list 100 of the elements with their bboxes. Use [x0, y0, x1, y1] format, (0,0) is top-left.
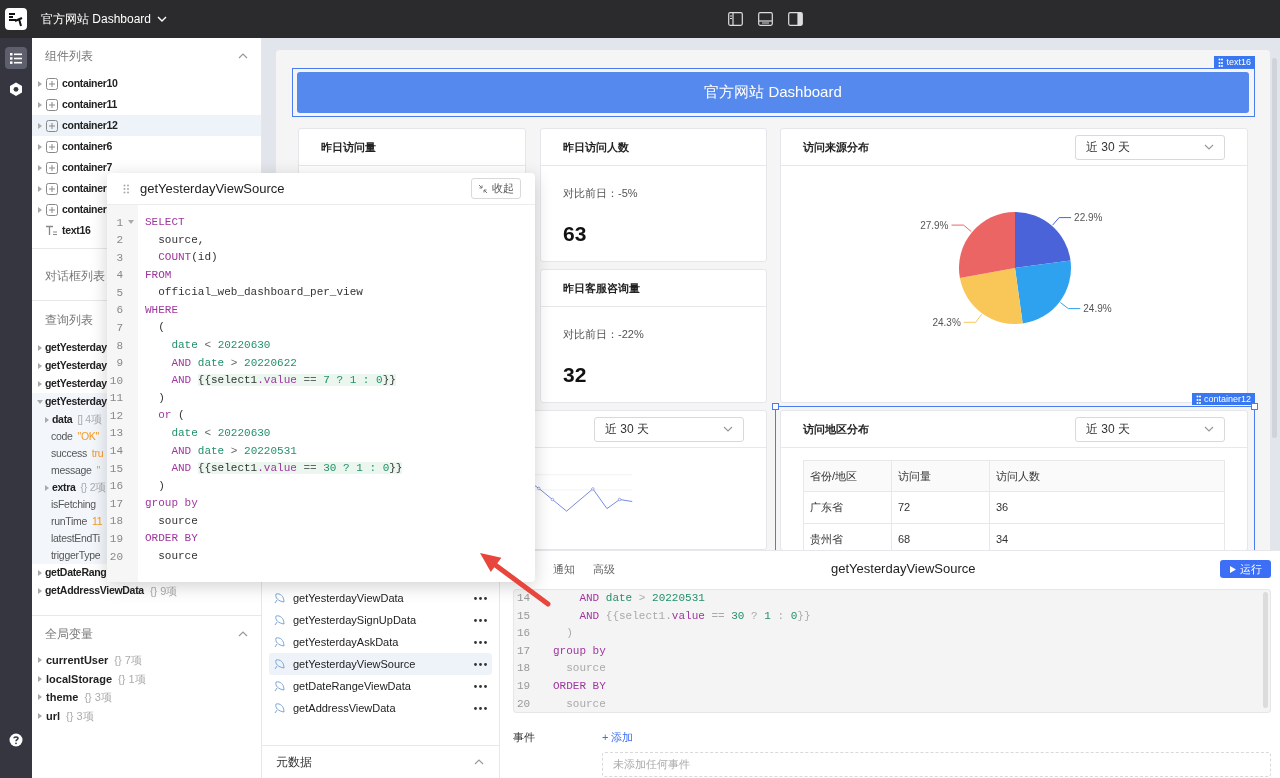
property-key: data [52, 411, 73, 428]
stat-value: 32 [563, 361, 588, 388]
line-number: 2 [115, 233, 123, 249]
section-title: 查询列表 [45, 312, 93, 329]
data-label: 27.9% [920, 219, 949, 231]
line-number: 1 [115, 215, 123, 231]
code-line: source [157, 549, 199, 564]
item-count: {} 3项 [66, 708, 94, 724]
line-number: 19 [517, 678, 532, 694]
item-count: {} 1项 [118, 671, 146, 687]
code-line: ) [157, 390, 166, 406]
item-count: {} 7项 [114, 653, 142, 668]
line-number: 10 [108, 373, 123, 389]
section-title: 全局变量 [45, 625, 93, 643]
line-number: 5 [115, 285, 123, 301]
line-number: 15 [108, 461, 123, 477]
section-title: 元数据 [276, 754, 312, 771]
property-value: [] 4项 [77, 411, 102, 427]
property-value: 11 [92, 513, 103, 529]
line-number: 18 [108, 514, 123, 530]
code-line: group by [145, 496, 199, 512]
stat-value: 63 [563, 220, 588, 247]
code-line: AND date > 20220622 [170, 355, 298, 371]
line-number: 7 [115, 321, 123, 336]
column-header: 省份/地区 [804, 461, 892, 491]
code-line: FROM [145, 267, 173, 283]
table-cell: 72 [892, 492, 990, 523]
panel-title: getYesterdayViewSource [831, 560, 976, 579]
property-key: latestEndTi [51, 530, 100, 547]
code-line: AND {{select1.value == 30 ? 1 : 0}} [578, 608, 812, 624]
data-label: 24.3% [932, 316, 961, 328]
code-line: source, [157, 232, 206, 248]
code-line: group by [553, 643, 607, 659]
property-key: message [51, 462, 92, 479]
code-line: ORDER BY [553, 678, 607, 694]
line-number: 6 [115, 303, 123, 319]
property-key: triggerType [51, 547, 101, 564]
line-number: 15 [517, 608, 532, 624]
property-value: {} 2项 [80, 479, 106, 495]
code-line: SELECT [145, 215, 186, 230]
line-number: 11 [108, 391, 123, 407]
card-title: 昨日访问人数 [563, 139, 629, 155]
property-value: tru [91, 445, 104, 461]
line-number: 9 [115, 356, 123, 372]
line-number: 19 [108, 531, 123, 547]
property-key: code [51, 428, 73, 445]
property-key: success [51, 445, 87, 462]
property-key: isFetching [51, 496, 96, 513]
line-number: 12 [108, 408, 123, 424]
code-line: ORDER BY [145, 531, 199, 547]
code-line: AND date > 20220531 [578, 591, 706, 606]
code-line: ) [157, 478, 166, 494]
table-cell-text: 34 [995, 532, 1010, 548]
code-line: AND {{select1.value == 30 ? 1 : 0}} [170, 461, 404, 477]
table-cell: 广东省 [804, 492, 892, 523]
code-line: source [565, 661, 607, 677]
line-number: 4 [115, 268, 123, 284]
title-banner: 官方网站 Dashboard [297, 72, 1249, 113]
data-label: 22.9% [1074, 212, 1103, 224]
code-line: official_web_dashboard_per_view [157, 285, 364, 301]
section-title: 对话框列表 [45, 269, 105, 283]
property-value: "OK" [77, 428, 99, 444]
card-title: 昨日客服咨询量 [563, 280, 640, 296]
line-number: 17 [517, 643, 532, 659]
code-line: source [157, 513, 199, 529]
line-number: 13 [108, 426, 123, 442]
stat-compare: 对比前日：-22% [563, 327, 645, 342]
item-count: {} 3项 [84, 690, 112, 705]
property-value: " [96, 462, 100, 478]
data-label: 24.9% [1083, 303, 1112, 315]
property-key: runTime [51, 513, 88, 530]
line-number: 3 [115, 250, 123, 266]
code-line: ( [157, 320, 166, 336]
code-line: AND date > 20220531 [170, 443, 298, 459]
table-cell-text: 36 [995, 500, 1010, 516]
line-number: 17 [108, 496, 123, 512]
code-line: WHERE [145, 302, 179, 318]
card-title: 访问来源分布 [803, 139, 869, 155]
line-number: 14 [108, 444, 123, 460]
code-line: ) [565, 626, 574, 642]
column-header: 访问人数 [995, 468, 1041, 484]
card-title: 访问地区分布 [803, 421, 869, 437]
panel-title: getYesterdayViewSource [140, 179, 285, 198]
section-title: 组件列表 [45, 47, 93, 65]
line-number: 18 [517, 661, 532, 677]
property-key: extra [52, 479, 76, 496]
line-number: 16 [517, 626, 532, 642]
line-number: 14 [517, 591, 532, 606]
line-number: 20 [108, 549, 123, 565]
card-title: 昨日访问量 [321, 139, 376, 155]
line-number: 20 [517, 696, 532, 712]
code-line: or ( [157, 408, 186, 424]
stat-compare: 对比前日：-5% [563, 186, 639, 201]
line-number: 8 [115, 338, 123, 354]
code-line: COUNT(id) [157, 250, 219, 266]
code-line: date < 20220630 [170, 338, 272, 354]
line-number: 16 [108, 479, 123, 495]
code-line: source [565, 696, 607, 712]
event-list-box: 未添加任何事件 [602, 751, 1271, 777]
app-title: 官方网站 Dashboard [41, 11, 152, 28]
